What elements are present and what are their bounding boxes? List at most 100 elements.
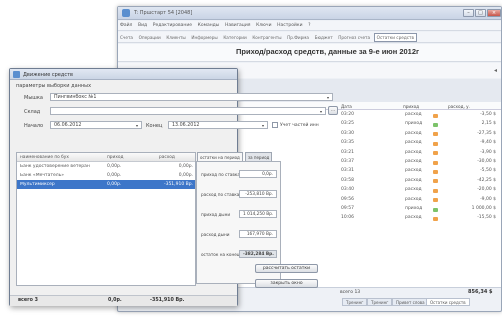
toolbar-clients[interactable]: Клиенты — [164, 32, 187, 40]
row-type: расход — [405, 196, 422, 202]
col-type-header[interactable]: приход — [403, 104, 419, 109]
row-type: расход — [405, 140, 422, 146]
type-tag-icon — [433, 160, 438, 165]
maximize-button[interactable]: □ — [475, 9, 486, 17]
field-value: 167,970 Вр. — [239, 230, 277, 238]
bottom-tab-4[interactable]: Остатки средств — [426, 298, 470, 306]
list-col-name[interactable]: наименование по бух — [20, 155, 69, 160]
toolbar: Счета Операции Клиенты Информеры Категор… — [118, 32, 501, 43]
field-label: приход по ставкам — [201, 172, 244, 177]
type-tag-icon — [433, 216, 438, 221]
end-date-field[interactable]: 13.06.2012 ▾ — [168, 121, 268, 129]
dialog-titlebar: Движение средств — [10, 69, 237, 80]
menu-item-help[interactable]: ? — [306, 21, 312, 28]
row-amount: -20,00 $ — [477, 187, 496, 193]
row-amount: -42,25 $ — [477, 177, 496, 183]
toolbar-operations[interactable]: Операции — [137, 32, 163, 40]
row-amount: -30,00 $ — [477, 159, 496, 164]
toolbar-forecast[interactable]: Прогноз счета — [336, 32, 372, 40]
scroll-arrow-icon[interactable]: ◂ — [494, 67, 497, 74]
dialog-status-bar: всего 3 0,0р. -351,910 Вр. — [10, 295, 237, 306]
parts-checkbox-label: Учет частей инн — [280, 123, 319, 128]
list-item[interactable]: Мультимиксер 0,00р. -351,910 Вр. — [17, 180, 195, 189]
toolbar-budget[interactable]: Бюджет — [313, 32, 335, 40]
list-item-out: 0,00р. — [178, 164, 193, 169]
list-item-in: 0,00р. — [107, 182, 122, 187]
row-time: 03:37 — [341, 159, 354, 164]
bottom-tab-1[interactable]: Тренинг — [342, 298, 368, 306]
menu-item-keys[interactable]: Ключи — [254, 21, 273, 28]
row-type: расход — [405, 130, 422, 136]
start-date-field[interactable]: 06.06.2012 ▾ — [50, 121, 142, 129]
type-tag-icon — [433, 188, 438, 193]
col-amount-header[interactable]: расход, у. — [448, 104, 470, 109]
toolbar-balances[interactable]: Остатки средств — [373, 33, 417, 42]
type-tag-icon — [433, 198, 438, 203]
row-time: 03:31 — [341, 168, 354, 174]
dialog-title: Движение средств — [23, 71, 73, 78]
menu-item-view[interactable]: Вид — [136, 21, 149, 28]
field-row: приход дыни 1 014,250 Вр. — [201, 206, 278, 226]
bottom-tab-2[interactable]: Тренинг — [367, 298, 393, 306]
list-item-in: 0,00р. — [107, 164, 122, 169]
row-type: расход — [405, 112, 422, 117]
toolbar-informers[interactable]: Информеры — [189, 32, 219, 40]
menu-item-navigation[interactable]: Навигация — [223, 21, 253, 28]
list-item[interactable]: Банк удостоверение ветеран 0,00р. 0,00р. — [17, 162, 195, 171]
row-time: 03:21 — [341, 149, 354, 155]
menu-item-file[interactable]: Файл — [118, 21, 134, 28]
warehouse-label: Склад — [24, 109, 41, 115]
row-type: расход — [405, 149, 422, 155]
row-amount: -15,50 $ — [477, 215, 496, 221]
row-amount: -3,90 $ — [480, 149, 496, 155]
close-dialog-button[interactable]: закрыть окно — [255, 279, 318, 288]
start-date-value: 06.06.2012 — [54, 123, 82, 128]
field-row: расход по ставкам -253,810 Вр. — [201, 186, 278, 206]
params-section-label: параметры выборки данных — [16, 83, 92, 89]
toolbar-categories[interactable]: Категории — [221, 32, 248, 40]
field-row: расход дыни 167,970 Вр. — [201, 226, 278, 246]
list-col-out[interactable]: расход — [159, 155, 175, 160]
row-time: 03:30 — [341, 130, 354, 136]
list-item[interactable]: Банк «Мечтатель» 0,00р. 0,00р. — [17, 171, 195, 180]
warehouse-select[interactable]: ▾ — [50, 107, 326, 115]
list-item-name: Банк «Мечтатель» — [20, 173, 65, 178]
menu-item-commands[interactable]: Команды — [196, 21, 222, 28]
type-tag-icon — [433, 179, 438, 184]
menu-item-edit[interactable]: Редактирование — [151, 21, 194, 28]
row-amount: -9,40 $ — [480, 140, 496, 146]
clear-warehouse-button[interactable]: … — [328, 106, 338, 115]
account-select[interactable]: Пингвинбокс №1 ▾ — [50, 93, 333, 101]
parts-checkbox[interactable] — [272, 122, 278, 128]
row-type: расход — [405, 177, 422, 183]
row-time: 10:06 — [341, 215, 354, 221]
field-value: -382,284 Вр. — [239, 250, 277, 258]
toolbar-contractors[interactable]: Контрагенты — [250, 32, 283, 40]
calc-balances-button[interactable]: рассчитать остатки — [255, 264, 318, 273]
list-col-in[interactable]: приход — [107, 155, 123, 160]
menu-item-settings[interactable]: Настройки — [275, 21, 304, 28]
row-time: 03:58 — [341, 177, 354, 183]
dropdown-arrow-icon: ▾ — [326, 95, 329, 100]
main-status-total: 856,34 $ — [468, 289, 493, 295]
list-item-out: 0,00р. — [178, 173, 193, 178]
close-button[interactable]: × — [487, 9, 501, 17]
col-date-header[interactable]: Дата — [341, 104, 352, 109]
toolbar-accounts[interactable]: Счета — [118, 32, 135, 40]
row-type: расход — [405, 168, 422, 174]
toolbar-firm[interactable]: Пр.Фирма — [285, 32, 311, 40]
app-icon — [122, 9, 130, 17]
row-type: расход — [405, 159, 422, 164]
end-date-label: Конец — [146, 123, 163, 129]
report-header: Приход/расход средств, данные за 9-е июн… — [118, 44, 501, 62]
list-item-in: 0,00р. — [107, 173, 122, 178]
type-tag-icon — [433, 169, 438, 174]
bottom-tab-3[interactable]: Привет слова — [392, 298, 429, 306]
start-date-label: Начало — [24, 123, 44, 129]
main-status-count: всего 13 — [340, 290, 361, 295]
dialog-icon — [13, 71, 20, 78]
type-tag-icon — [433, 151, 438, 156]
minimize-button[interactable]: – — [463, 9, 474, 17]
type-tag-icon — [433, 132, 438, 137]
field-label: расход по ставкам — [201, 192, 243, 197]
